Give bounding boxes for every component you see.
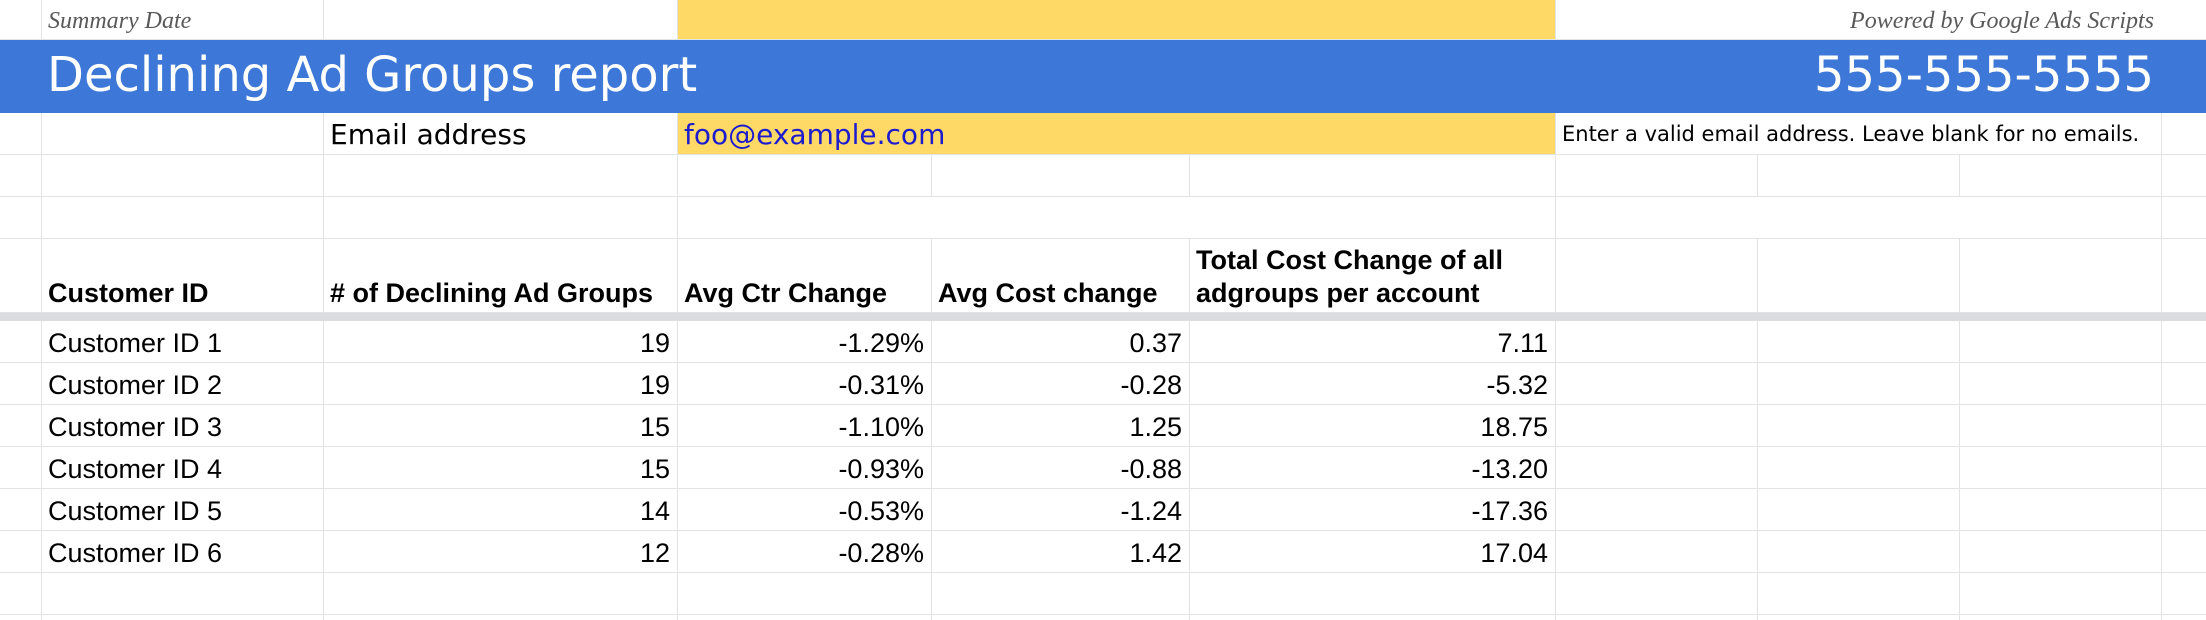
avg-cost-change-cell[interactable]: 0.37 [931,330,1182,357]
avg-cost-change-cell[interactable]: 1.25 [931,414,1182,441]
total-cost-change-cell[interactable]: -17.36 [1189,498,1548,525]
customer-id-cell[interactable]: Customer ID 5 [48,498,222,525]
total-cost-change-cell[interactable]: -13.20 [1189,456,1548,483]
report-title: Declining Ad Groups report [47,47,698,103]
total-cost-change-cell[interactable]: -5.32 [1189,372,1548,399]
header-avg-cost-change[interactable]: Avg Cost change [938,277,1158,310]
header-total-cost-change[interactable]: Total Cost Change of all adgroups per ac… [1196,244,1546,310]
grid-row-line [0,155,2206,197]
avg-cost-change-cell[interactable]: -1.24 [931,498,1182,525]
customer-id-cell[interactable]: Customer ID 2 [48,372,222,399]
email-address-label: Email address [330,118,527,151]
avg-ctr-change-cell[interactable]: -0.31% [677,372,924,399]
customer-id-cell[interactable]: Customer ID 3 [48,414,222,441]
spreadsheet-grid: Summary Date Powered by Google Ads Scrip… [0,0,2206,620]
declining-groups-cell[interactable]: 12 [323,540,670,567]
avg-cost-change-cell[interactable]: -0.28 [931,372,1182,399]
grid-col-line [677,0,678,40]
powered-by-label: Powered by Google Ads Scripts [1850,8,2154,34]
customer-id-cell[interactable]: Customer ID 1 [48,330,222,357]
declining-groups-cell[interactable]: 14 [323,498,670,525]
grid-col-line [1757,239,1758,620]
avg-ctr-change-cell[interactable]: -0.53% [677,498,924,525]
customer-id-cell[interactable]: Customer ID 6 [48,540,222,567]
frozen-row-divider[interactable] [0,313,2206,321]
avg-cost-change-cell[interactable]: 1.42 [931,540,1182,567]
customer-id-cell[interactable]: Customer ID 4 [48,456,222,483]
declining-groups-cell[interactable]: 19 [323,372,670,399]
grid-col-line [931,155,932,197]
total-cost-change-cell[interactable]: 18.75 [1189,414,1548,441]
avg-ctr-change-cell[interactable]: -1.10% [677,414,924,441]
grid-col-line [1189,155,1190,197]
declining-groups-cell[interactable]: 19 [323,330,670,357]
phone-number: 555-555-5555 [1813,47,2154,103]
avg-cost-change-cell[interactable]: -0.88 [931,456,1182,483]
declining-groups-cell[interactable]: 15 [323,456,670,483]
avg-ctr-change-cell[interactable]: -0.93% [677,456,924,483]
grid-col-line [2161,113,2162,620]
email-instructions: Enter a valid email address. Leave blank… [1562,122,2140,146]
grid-col-line [1959,155,1960,197]
grid-col-line [1757,155,1758,197]
email-address-field[interactable]: foo@example.com [684,121,945,149]
header-customer-id[interactable]: Customer ID [48,277,209,310]
header-declining-ad-groups[interactable]: # of Declining Ad Groups [330,277,653,310]
avg-ctr-change-cell[interactable]: -0.28% [677,540,924,567]
total-cost-change-cell[interactable]: 17.04 [1189,540,1548,567]
grid-col-line [41,113,42,620]
summary-date-label: Summary Date [48,8,192,34]
grid-col-line [1555,0,1556,40]
grid-col-line [1555,113,1556,620]
grid-col-line [41,0,42,40]
total-cost-change-cell[interactable]: 7.11 [1189,330,1548,357]
grid-row-line [0,197,2206,239]
grid-col-line [1959,239,1960,620]
declining-groups-cell[interactable]: 15 [323,414,670,441]
grid-col-line [323,0,324,40]
grid-row-line [0,573,2206,615]
header-avg-ctr-change[interactable]: Avg Ctr Change [684,277,887,310]
avg-ctr-change-cell[interactable]: -1.29% [677,330,924,357]
